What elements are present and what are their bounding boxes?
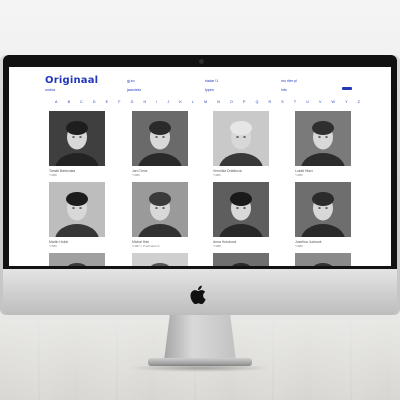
alphabet-letter[interactable]: S bbox=[281, 100, 283, 106]
person-photo[interactable] bbox=[213, 253, 269, 266]
nav-item[interactable]: riadar !1 bbox=[205, 79, 218, 83]
person-birth-year: *1986 bbox=[49, 244, 57, 248]
nav-item[interactable]: umbra bbox=[45, 88, 55, 92]
person-photo[interactable] bbox=[295, 253, 351, 266]
person-card[interactable]: Anna Holubová *1988 bbox=[213, 182, 269, 248]
person-birth-year: *1988 bbox=[49, 173, 57, 177]
monitor-stand bbox=[164, 315, 236, 361]
alphabet-letter[interactable]: R bbox=[269, 100, 272, 106]
person-card[interactable] bbox=[132, 253, 188, 266]
person-card[interactable]: Tomáš Bártovaka *1988 bbox=[49, 111, 105, 177]
person-card[interactable] bbox=[49, 253, 105, 266]
person-card[interactable] bbox=[295, 253, 351, 266]
alphabet-letter[interactable]: Q bbox=[256, 100, 259, 106]
alphabet-letter[interactable]: C bbox=[80, 100, 83, 106]
person-photo[interactable] bbox=[132, 253, 188, 266]
person-card[interactable]: Jan Chruz *1986 bbox=[132, 111, 188, 177]
person-photo[interactable] bbox=[295, 111, 351, 166]
alphabet-letter[interactable]: F bbox=[118, 100, 120, 106]
website-screen: Originaal gj.sn riadar !1 mú riter pl um… bbox=[9, 67, 391, 266]
person-photo[interactable] bbox=[213, 182, 269, 237]
alphabet-letter[interactable]: H bbox=[144, 100, 147, 106]
alphabet-letter[interactable]: E bbox=[106, 100, 108, 106]
nav-item[interactable]: gj.sn bbox=[127, 79, 135, 83]
person-card[interactable]: Lukáš Hlaví *1985 bbox=[295, 111, 351, 177]
person-photo[interactable] bbox=[49, 182, 105, 237]
stand-shadow bbox=[128, 364, 272, 372]
alphabet-letter[interactable]: A bbox=[55, 100, 57, 106]
person-card[interactable]: Michal Hán *1987 v Prachaticích bbox=[132, 182, 188, 248]
alphabet-letter[interactable]: T bbox=[294, 100, 296, 106]
nav-item[interactable]: typen bbox=[205, 88, 214, 92]
person-birth-year: *1988 bbox=[213, 244, 221, 248]
person-card[interactable] bbox=[213, 253, 269, 266]
person-photo[interactable] bbox=[49, 111, 105, 166]
alphabet-letter[interactable]: Y bbox=[345, 100, 347, 106]
alphabet-letter[interactable]: P bbox=[243, 100, 245, 106]
alphabet-letter[interactable]: V bbox=[319, 100, 321, 106]
person-photo[interactable] bbox=[295, 182, 351, 237]
person-card[interactable]: Veronika Drábková *1986 bbox=[213, 111, 269, 177]
alphabet-letter[interactable]: N bbox=[217, 100, 220, 106]
alphabet-letter[interactable]: M bbox=[204, 100, 207, 106]
alphabet-letter[interactable]: B bbox=[68, 100, 70, 106]
alphabet-letter[interactable]: W bbox=[332, 100, 335, 106]
apple-logo-icon bbox=[190, 285, 206, 305]
nav-item[interactable]: info bbox=[281, 88, 287, 92]
alphabet-letter[interactable]: D bbox=[93, 100, 96, 106]
alphabet-letter[interactable]: I bbox=[156, 100, 157, 106]
alphabet-letter[interactable]: O bbox=[230, 100, 233, 106]
person-birth-year: *1986 bbox=[295, 244, 303, 248]
alphabet-letter[interactable]: J bbox=[167, 100, 169, 106]
person-photo[interactable] bbox=[213, 111, 269, 166]
person-birth-year: *1986 bbox=[213, 173, 221, 177]
site-logo[interactable]: Originaal bbox=[45, 75, 98, 86]
nav-item[interactable]: mú riter pl bbox=[281, 79, 297, 83]
person-card[interactable]: Martin Holub *1986 bbox=[49, 182, 105, 248]
nav-item[interactable]: jaarviekz bbox=[127, 88, 141, 92]
person-photo[interactable] bbox=[132, 182, 188, 237]
alphabet-filter: ABCDEFGHIJKLMNOPQRSTUVWYZ bbox=[55, 100, 360, 106]
person-photo[interactable] bbox=[132, 111, 188, 166]
menu-button[interactable] bbox=[342, 87, 352, 90]
person-card[interactable]: Josefína Junková *1986 bbox=[295, 182, 351, 248]
alphabet-letter[interactable]: U bbox=[306, 100, 309, 106]
alphabet-letter[interactable]: Z bbox=[358, 100, 360, 106]
person-birth-year: *1985 bbox=[295, 173, 303, 177]
person-birth-year: *1987 v Prachaticích bbox=[132, 244, 160, 248]
alphabet-letter[interactable]: K bbox=[179, 100, 181, 106]
person-birth-year: *1986 bbox=[132, 173, 140, 177]
alphabet-letter[interactable]: G bbox=[131, 100, 134, 106]
alphabet-letter[interactable]: L bbox=[192, 100, 194, 106]
camera-icon bbox=[199, 59, 204, 64]
person-photo[interactable] bbox=[49, 253, 105, 266]
